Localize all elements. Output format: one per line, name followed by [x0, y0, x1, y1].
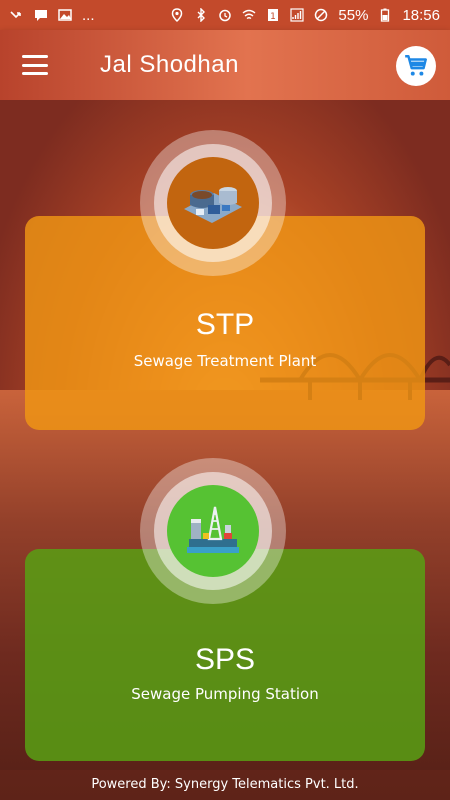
pumping-station-icon — [187, 506, 239, 553]
app-bar: Jal Shodhan — [0, 30, 450, 100]
alarm-icon — [219, 9, 232, 22]
status-left-icons: ... — [10, 7, 95, 24]
wifi-icon — [242, 9, 256, 20]
battery-icon — [381, 8, 390, 22]
sps-icon-ring-inner — [154, 472, 272, 590]
bluetooth-icon — [197, 8, 206, 22]
stp-title: STP — [195, 308, 255, 341]
sim-icon: 1 — [268, 9, 279, 22]
status-time: 18:56 — [402, 6, 440, 24]
missed-call-icon — [10, 11, 21, 19]
message-icon — [35, 10, 47, 21]
stp-icon-ring[interactable] — [140, 130, 286, 276]
signal-icon — [290, 8, 305, 22]
cart-button[interactable] — [396, 46, 436, 86]
status-bar: ... 1 55% 18:56 — [0, 0, 450, 30]
location-icon — [172, 8, 183, 22]
stp-icon-ring-inner — [154, 144, 272, 262]
treatment-plant-icon — [184, 187, 242, 223]
sps-subtitle: Sewage Pumping Station — [131, 685, 319, 703]
sps-title: SPS — [194, 643, 256, 676]
do-not-disturb-icon — [315, 8, 328, 22]
svg-text:1: 1 — [271, 12, 277, 22]
sps-icon-ring[interactable] — [140, 458, 286, 604]
sps-icon-disc — [167, 485, 259, 577]
gallery-icon — [58, 9, 72, 21]
hamburger-menu-icon[interactable] — [22, 55, 48, 75]
shopping-cart-icon — [405, 55, 427, 76]
status-more-dots: ... — [82, 6, 95, 24]
status-right-icons: 1 55% 18:56 — [170, 7, 440, 24]
footer-credit: Powered By: Synergy Telematics Pvt. Ltd. — [91, 777, 359, 792]
battery-percent: 55% — [338, 6, 369, 24]
app-title: Jal Shodhan — [100, 51, 239, 78]
stp-subtitle: Sewage Treatment Plant — [133, 352, 317, 370]
stp-icon-disc — [167, 157, 259, 249]
